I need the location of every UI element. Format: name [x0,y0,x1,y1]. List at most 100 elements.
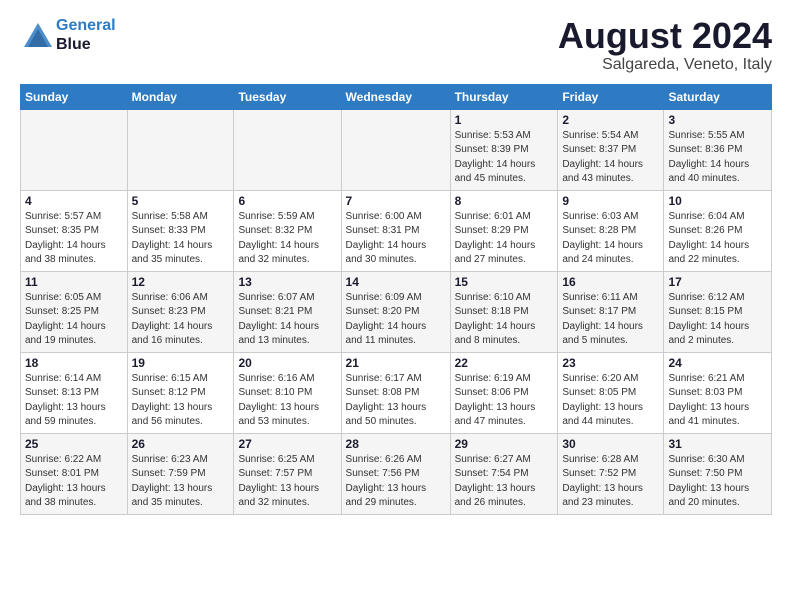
day-info: Sunrise: 5:58 AM Sunset: 8:33 PM Dayligh… [132,210,230,268]
calendar-cell [234,109,341,190]
logo-blue: Blue [56,36,91,53]
day-info: Sunrise: 6:00 AM Sunset: 8:31 PM Dayligh… [346,210,446,268]
calendar-cell: 9 Sunrise: 6:03 AM Sunset: 8:28 PM Daylig… [558,190,664,271]
calendar-cell: 21Sunrise: 6:17 AM Sunset: 8:08 PM Dayli… [341,352,450,433]
calendar-cell [21,109,128,190]
calendar-cell: 26 Sunrise: 6:23 AM Sunset: 7:59 PM Dayli… [127,433,234,514]
weekday-header-friday: Friday [558,84,664,109]
calendar-cell: 3 Sunrise: 5:55 AM Sunset: 8:36 PM Daylig… [664,109,772,190]
day-number: 1 [455,113,554,127]
calendar-cell: 2 Sunrise: 5:54 AM Sunset: 8:37 PM Daylig… [558,109,664,190]
calendar-cell: 5Sunrise: 5:58 AM Sunset: 8:33 PM Daylig… [127,190,234,271]
day-number: 22 [455,356,554,370]
day-number: 24 [668,356,767,370]
day-info: Sunrise: 6:12 AM Sunset: 8:15 PM Dayligh… [668,291,767,349]
calendar-cell [127,109,234,190]
calendar-cell: 20Sunrise: 6:16 AM Sunset: 8:10 PM Dayli… [234,352,341,433]
day-number: 25 [25,437,123,451]
day-number: 17 [668,275,767,289]
calendar-header-row: SundayMondayTuesdayWednesdayThursdayFrid… [21,84,772,109]
day-number: 8 [455,194,554,208]
calendar-cell: 31 Sunrise: 6:30 AM Sunset: 7:50 PM Dayli… [664,433,772,514]
calendar-week-4: 18 Sunrise: 6:14 AM Sunset: 8:13 PM Dayli… [21,352,772,433]
day-info: Sunrise: 6:07 AM Sunset: 8:21 PM Dayligh… [238,291,336,349]
day-number: 10 [668,194,767,208]
day-number: 2 [562,113,659,127]
day-number: 3 [668,113,767,127]
calendar-cell: 28Sunrise: 6:26 AM Sunset: 7:56 PM Dayli… [341,433,450,514]
day-info: Sunrise: 6:22 AM Sunset: 8:01 PM Dayligh… [25,453,123,511]
calendar-cell: 19 Sunrise: 6:15 AM Sunset: 8:12 PM Dayli… [127,352,234,433]
calendar-cell: 6Sunrise: 5:59 AM Sunset: 8:32 PM Daylig… [234,190,341,271]
day-info: Sunrise: 6:01 AM Sunset: 8:29 PM Dayligh… [455,210,554,268]
calendar-cell: 10 Sunrise: 6:04 AM Sunset: 8:26 PM Dayli… [664,190,772,271]
day-number: 30 [562,437,659,451]
calendar-cell: 22 Sunrise: 6:19 AM Sunset: 8:06 PM Dayli… [450,352,558,433]
calendar-cell: 11 Sunrise: 6:05 AM Sunset: 8:25 PM Dayli… [21,271,128,352]
day-number: 29 [455,437,554,451]
weekday-header-monday: Monday [127,84,234,109]
calendar-cell: 1 Sunrise: 5:53 AM Sunset: 8:39 PM Daylig… [450,109,558,190]
day-info: Sunrise: 6:19 AM Sunset: 8:06 PM Dayligh… [455,372,554,430]
calendar-cell: 14Sunrise: 6:09 AM Sunset: 8:20 PM Dayli… [341,271,450,352]
calendar-cell: 25 Sunrise: 6:22 AM Sunset: 8:01 PM Dayli… [21,433,128,514]
day-number: 26 [132,437,230,451]
calendar-cell: 13 Sunrise: 6:07 AM Sunset: 8:21 PM Dayli… [234,271,341,352]
day-info: Sunrise: 5:55 AM Sunset: 8:36 PM Dayligh… [668,129,767,187]
calendar-cell: 16 Sunrise: 6:11 AM Sunset: 8:17 PM Dayli… [558,271,664,352]
day-info: Sunrise: 6:26 AM Sunset: 7:56 PM Dayligh… [346,453,446,511]
day-number: 20 [238,356,336,370]
day-info: Sunrise: 5:54 AM Sunset: 8:37 PM Dayligh… [562,129,659,187]
day-number: 7 [346,194,446,208]
calendar-cell: 17 Sunrise: 6:12 AM Sunset: 8:15 PM Dayli… [664,271,772,352]
logo-general: General [56,17,116,34]
day-info: Sunrise: 6:23 AM Sunset: 7:59 PM Dayligh… [132,453,230,511]
day-number: 4 [25,194,123,208]
day-info: Sunrise: 6:28 AM Sunset: 7:52 PM Dayligh… [562,453,659,511]
title-block: August 2024 Salgareda, Veneto, Italy [558,16,772,74]
day-info: Sunrise: 5:53 AM Sunset: 8:39 PM Dayligh… [455,129,554,187]
calendar-cell: 12 Sunrise: 6:06 AM Sunset: 8:23 PM Dayli… [127,271,234,352]
calendar-cell: 24 Sunrise: 6:21 AM Sunset: 8:03 PM Dayli… [664,352,772,433]
day-number: 11 [25,275,123,289]
day-info: Sunrise: 6:25 AM Sunset: 7:57 PM Dayligh… [238,453,336,511]
day-info: Sunrise: 6:27 AM Sunset: 7:54 PM Dayligh… [455,453,554,511]
day-number: 21 [346,356,446,370]
calendar-cell: 4 Sunrise: 5:57 AM Sunset: 8:35 PM Daylig… [21,190,128,271]
day-number: 16 [562,275,659,289]
weekday-header-tuesday: Tuesday [234,84,341,109]
page: General Blue August 2024 Salgareda, Vene… [0,0,792,612]
day-number: 19 [132,356,230,370]
day-info: Sunrise: 6:30 AM Sunset: 7:50 PM Dayligh… [668,453,767,511]
day-info: Sunrise: 6:15 AM Sunset: 8:12 PM Dayligh… [132,372,230,430]
calendar-cell: 27Sunrise: 6:25 AM Sunset: 7:57 PM Dayli… [234,433,341,514]
day-number: 31 [668,437,767,451]
calendar-cell: 15Sunrise: 6:10 AM Sunset: 8:18 PM Dayli… [450,271,558,352]
day-number: 13 [238,275,336,289]
calendar-cell [341,109,450,190]
day-info: Sunrise: 6:03 AM Sunset: 8:28 PM Dayligh… [562,210,659,268]
day-info: Sunrise: 6:05 AM Sunset: 8:25 PM Dayligh… [25,291,123,349]
calendar-cell: 29 Sunrise: 6:27 AM Sunset: 7:54 PM Dayli… [450,433,558,514]
day-info: Sunrise: 6:06 AM Sunset: 8:23 PM Dayligh… [132,291,230,349]
calendar-cell: 8 Sunrise: 6:01 AM Sunset: 8:29 PM Daylig… [450,190,558,271]
day-info: Sunrise: 6:21 AM Sunset: 8:03 PM Dayligh… [668,372,767,430]
logo-text: General Blue [56,16,116,54]
weekday-header-wednesday: Wednesday [341,84,450,109]
day-number: 14 [346,275,446,289]
logo: General Blue [20,16,116,54]
day-info: Sunrise: 6:11 AM Sunset: 8:17 PM Dayligh… [562,291,659,349]
weekday-header-saturday: Saturday [664,84,772,109]
month-year: August 2024 [558,16,772,56]
calendar-week-1: 1 Sunrise: 5:53 AM Sunset: 8:39 PM Daylig… [21,109,772,190]
day-number: 18 [25,356,123,370]
day-info: Sunrise: 6:14 AM Sunset: 8:13 PM Dayligh… [25,372,123,430]
day-number: 9 [562,194,659,208]
day-info: Sunrise: 6:10 AM Sunset: 8:18 PM Dayligh… [455,291,554,349]
day-info: Sunrise: 6:20 AM Sunset: 8:05 PM Dayligh… [562,372,659,430]
day-number: 12 [132,275,230,289]
calendar-week-5: 25 Sunrise: 6:22 AM Sunset: 8:01 PM Dayli… [21,433,772,514]
calendar-cell: 18 Sunrise: 6:14 AM Sunset: 8:13 PM Dayli… [21,352,128,433]
day-info: Sunrise: 6:04 AM Sunset: 8:26 PM Dayligh… [668,210,767,268]
day-info: Sunrise: 5:57 AM Sunset: 8:35 PM Dayligh… [25,210,123,268]
